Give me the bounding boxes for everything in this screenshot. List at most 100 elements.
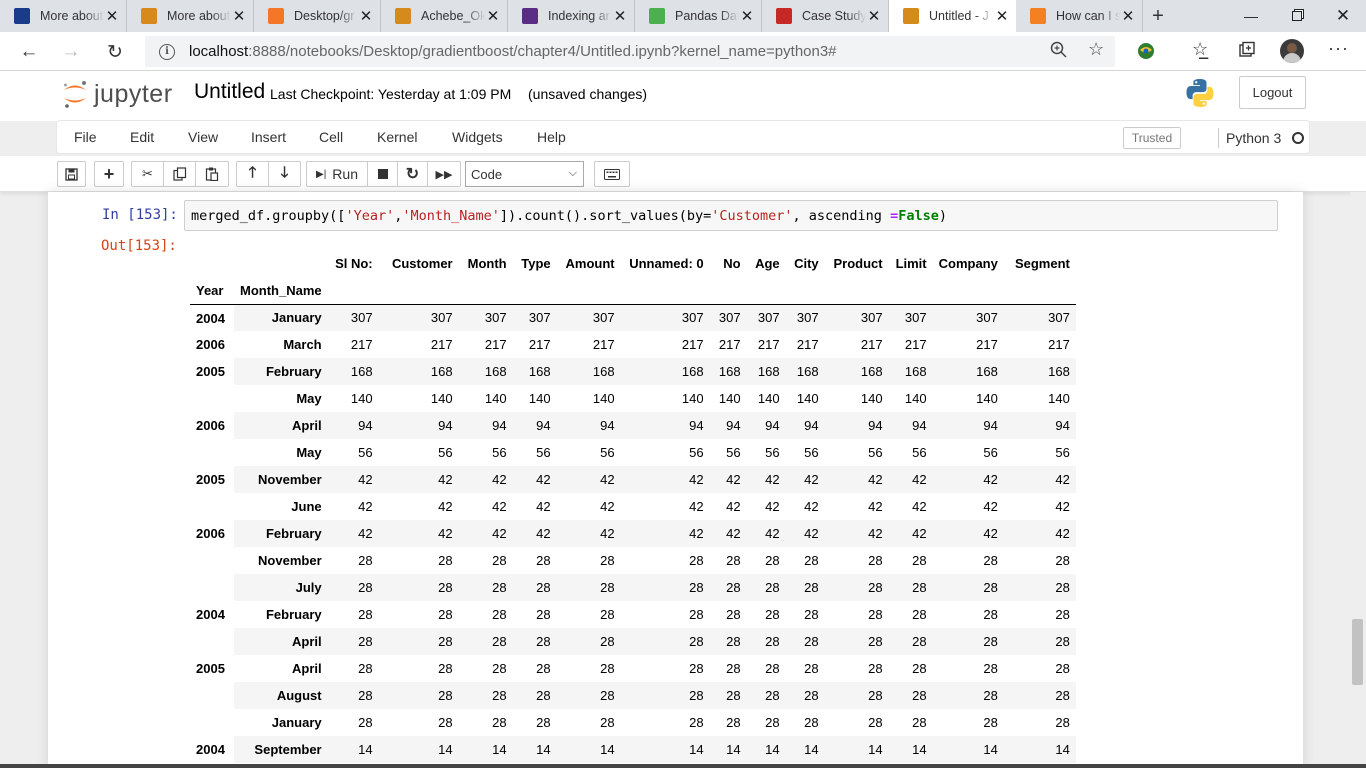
count-cell: 28 <box>620 601 710 628</box>
menu-kernel[interactable]: Kernel <box>377 129 417 145</box>
count-cell: 217 <box>458 331 513 358</box>
close-tab-icon[interactable]: ✕ <box>231 7 247 25</box>
count-cell: 28 <box>458 709 513 736</box>
count-cell: 42 <box>785 520 825 547</box>
save-button[interactable] <box>57 161 86 187</box>
count-cell: 28 <box>458 574 513 601</box>
copy-button[interactable] <box>163 161 196 187</box>
move-up-button[interactable]: 🡑 <box>236 161 269 187</box>
header-blank <box>459 277 513 304</box>
browser-tab[interactable]: How can I s ✕ <box>1016 0 1143 32</box>
menu-view[interactable]: View <box>188 129 218 145</box>
jupyter-logo[interactable]: jupyter <box>62 79 173 109</box>
book-icon <box>141 8 157 24</box>
count-cell: 28 <box>746 655 786 682</box>
close-tab-icon[interactable]: ✕ <box>739 7 755 25</box>
menu-cell[interactable]: Cell <box>319 129 343 145</box>
collections-icon[interactable] <box>1238 41 1256 64</box>
count-cell: 28 <box>327 601 379 628</box>
scrollbar-thumb[interactable] <box>1352 619 1363 685</box>
count-cell: 28 <box>709 655 747 682</box>
count-cell: 94 <box>746 412 786 439</box>
code-cell-editor[interactable]: merged_df.groupby(['Year','Month_Name'])… <box>184 200 1278 231</box>
table-row: August 28 28 28 28 28 28 28 28 28 28 28 28 28 <box>190 682 1076 709</box>
extension-icon[interactable] <box>1136 41 1156 66</box>
close-tab-icon[interactable]: ✕ <box>612 7 628 25</box>
browser-tab[interactable]: Desktop/gr ✕ <box>254 0 381 32</box>
favorite-star-icon[interactable]: ☆ <box>1088 39 1104 60</box>
count-cell: 140 <box>327 385 379 412</box>
close-window-button[interactable]: ✕ <box>1320 0 1366 32</box>
browser-tab[interactable]: Achebe_Ok ✕ <box>381 0 508 32</box>
count-cell: 28 <box>932 628 1004 655</box>
maximize-button[interactable] <box>1274 0 1320 32</box>
count-cell: 140 <box>512 385 557 412</box>
browser-tab[interactable]: Pandas Dat ✕ <box>635 0 762 32</box>
move-down-button[interactable]: 🡓 <box>268 161 301 187</box>
new-tab-button[interactable]: + <box>1143 0 1173 32</box>
back-button[interactable]: ← <box>14 38 44 66</box>
browser-tab-label: Pandas Dat <box>675 9 739 23</box>
month-index-cell: April <box>234 655 328 682</box>
close-tab-icon[interactable]: ✕ <box>358 7 374 25</box>
run-button[interactable]: ▶| Run <box>306 161 368 187</box>
count-cell: 28 <box>709 709 747 736</box>
paste-button[interactable] <box>195 161 229 187</box>
count-cell: 307 <box>888 304 933 331</box>
restart-button[interactable]: ↻ <box>397 161 428 187</box>
count-cell: 140 <box>932 385 1004 412</box>
browser-tab[interactable]: Indexing ar ✕ <box>508 0 635 32</box>
browser-tab[interactable]: More about ✕ <box>0 0 127 32</box>
count-cell: 28 <box>888 655 933 682</box>
count-cell: 28 <box>746 574 786 601</box>
logout-button[interactable]: Logout <box>1239 76 1306 109</box>
count-cell: 56 <box>620 439 710 466</box>
close-tab-icon[interactable]: ✕ <box>994 7 1010 25</box>
menu-widgets[interactable]: Widgets <box>452 129 503 145</box>
month-index-cell: November <box>234 466 328 493</box>
close-tab-icon[interactable]: ✕ <box>485 7 501 25</box>
stop-icon <box>377 169 388 179</box>
menu-help[interactable]: Help <box>537 129 566 145</box>
kernel-idle-indicator-icon <box>1292 132 1304 144</box>
insert-cell-button[interactable]: + <box>94 161 124 187</box>
favorites-list-icon[interactable]: ☆̲ <box>1192 39 1208 60</box>
count-cell: 28 <box>556 547 621 574</box>
cell-type-select[interactable]: Code ⌵ <box>465 161 584 187</box>
url-input[interactable]: i localhost:8888/notebooks/Desktop/gradi… <box>145 36 1115 67</box>
count-cell: 42 <box>888 466 933 493</box>
menu-file[interactable]: File <box>74 129 97 145</box>
command-palette-button[interactable] <box>594 161 630 187</box>
menu-edit[interactable]: Edit <box>130 129 154 145</box>
close-tab-icon[interactable]: ✕ <box>104 7 120 25</box>
count-cell: 28 <box>327 574 379 601</box>
trusted-badge[interactable]: Trusted <box>1123 127 1181 149</box>
notebook-title[interactable]: Untitled <box>194 80 265 104</box>
year-index-cell: 2005 <box>190 466 234 520</box>
browser-tab[interactable]: More about ✕ <box>127 0 254 32</box>
close-tab-icon[interactable]: ✕ <box>1120 7 1136 25</box>
interrupt-button[interactable] <box>367 161 398 187</box>
count-cell: 28 <box>824 574 889 601</box>
count-cell: 28 <box>458 628 513 655</box>
profile-avatar[interactable] <box>1280 39 1304 63</box>
count-cell: 28 <box>620 574 710 601</box>
year-index-cell: 2006 <box>190 520 234 601</box>
restart-run-all-button[interactable]: ▶▶ <box>427 161 461 187</box>
browser-tab[interactable]: Untitled - J ✕ <box>889 0 1016 32</box>
zoom-icon[interactable] <box>1050 41 1068 64</box>
close-tab-icon[interactable]: ✕ <box>866 7 882 25</box>
refresh-button[interactable]: ↻ <box>100 38 130 66</box>
forward-button[interactable]: → <box>56 38 86 66</box>
count-cell: 28 <box>556 628 621 655</box>
more-menu-icon[interactable]: ··· <box>1328 38 1349 59</box>
count-cell: 217 <box>888 331 933 358</box>
count-cell: 42 <box>327 520 379 547</box>
cut-button[interactable]: ✂ <box>131 161 164 187</box>
kernel-name[interactable]: Python 3 <box>1226 130 1281 146</box>
menu-insert[interactable]: Insert <box>251 129 286 145</box>
minimize-button[interactable]: — <box>1228 0 1274 32</box>
chevron-down-icon: ⌵ <box>568 167 577 179</box>
header-blank <box>786 277 825 304</box>
browser-tab[interactable]: Case Study ✕ <box>762 0 889 32</box>
